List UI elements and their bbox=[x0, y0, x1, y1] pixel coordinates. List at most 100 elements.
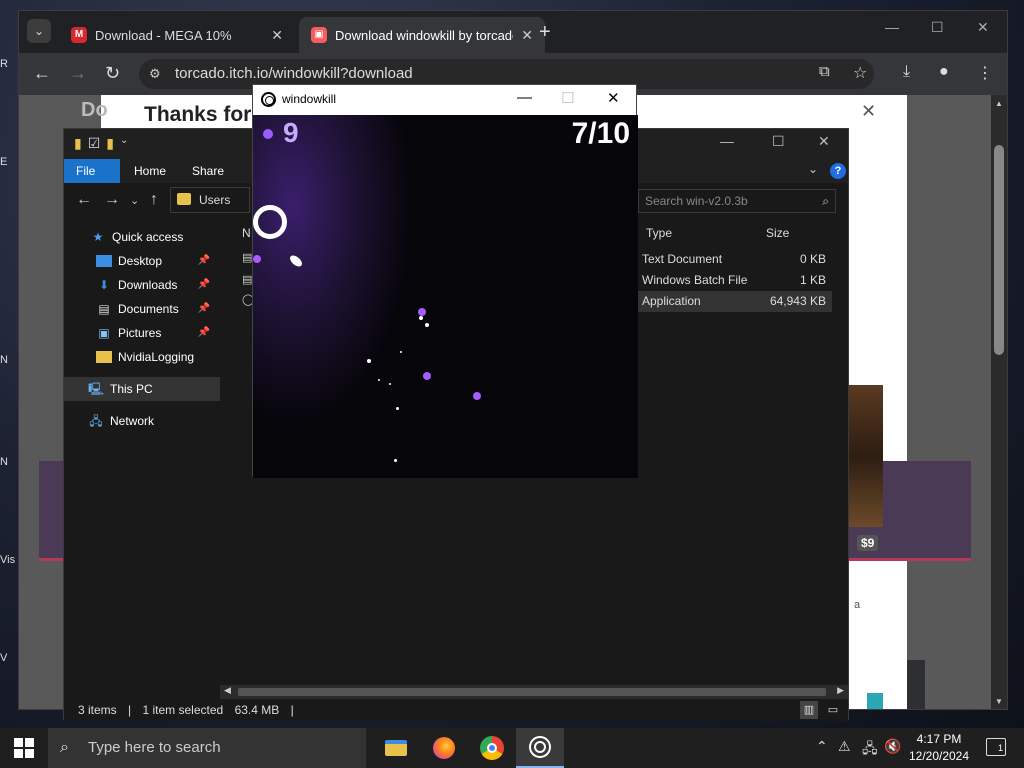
maximize-icon[interactable]: ☐ bbox=[931, 19, 944, 36]
desktop-icon-label[interactable]: N bbox=[0, 354, 18, 366]
tab-home[interactable]: Home bbox=[122, 159, 178, 183]
selection-count: 1 item selected bbox=[142, 703, 224, 717]
firefox-taskbar-icon[interactable] bbox=[420, 728, 468, 768]
back-icon[interactable]: ← bbox=[33, 63, 51, 84]
close-tab-icon[interactable]: ✕ bbox=[271, 27, 283, 44]
reload-icon[interactable]: ↻ bbox=[105, 63, 120, 84]
site-info-icon[interactable]: ⚙ bbox=[149, 59, 161, 89]
nav-item-quick-access[interactable]: ★ Quick access bbox=[64, 225, 220, 249]
close-tab-icon[interactable]: ✕ bbox=[521, 27, 533, 44]
particle bbox=[425, 323, 429, 327]
chrome-taskbar-icon[interactable] bbox=[468, 728, 516, 768]
new-tab-button[interactable]: + bbox=[539, 21, 551, 44]
system-clock[interactable]: 4:17 PM 12/20/2024 bbox=[904, 731, 974, 765]
desktop-icon-label[interactable]: V bbox=[0, 652, 18, 664]
tab-share[interactable]: Share bbox=[180, 159, 236, 183]
recent-locations-icon[interactable]: ⌄ bbox=[130, 194, 139, 207]
back-icon[interactable]: ← bbox=[76, 191, 92, 209]
downloads-icon[interactable]: ⤓ bbox=[903, 63, 910, 81]
profile-icon[interactable]: ● bbox=[939, 63, 949, 81]
menu-icon[interactable]: ⋮ bbox=[977, 63, 993, 83]
close-window-icon[interactable]: ✕ bbox=[977, 19, 989, 36]
desktop-icon-label[interactable]: N bbox=[0, 456, 18, 468]
minimize-icon[interactable]: — bbox=[885, 19, 899, 35]
show-hidden-icons-icon[interactable]: ⌃ bbox=[816, 738, 828, 755]
folder-icon[interactable]: ▮ bbox=[74, 135, 82, 152]
game-canvas[interactable]: 9 7/10 bbox=[253, 115, 638, 478]
minimize-icon[interactable]: — bbox=[517, 89, 532, 106]
breadcrumb[interactable]: Users bbox=[199, 193, 230, 207]
forward-icon[interactable]: → bbox=[104, 191, 120, 209]
particle bbox=[378, 379, 380, 381]
details-view-icon[interactable]: ▥ bbox=[800, 701, 818, 719]
product-thumbnail[interactable] bbox=[849, 385, 883, 527]
dropdown-icon[interactable]: ⌄ bbox=[120, 135, 128, 152]
tab-file[interactable]: File bbox=[64, 159, 120, 183]
page-scrollbar[interactable]: ▲ ▼ bbox=[991, 95, 1007, 709]
file-size: 0 KB bbox=[799, 252, 826, 266]
file-row-selected[interactable]: Application 64,943 KB bbox=[634, 291, 832, 312]
column-header-type[interactable]: Type bbox=[646, 219, 672, 247]
file-row[interactable]: Windows Batch File 1 KB bbox=[634, 270, 832, 291]
taskbar: ⌕ Type here to search ⌃ ⚠ 🖧 🔇 4:17 PM 12… bbox=[0, 728, 1024, 768]
quick-access-toolbar: ▮ ☑ ▮ ⌄ bbox=[74, 135, 128, 152]
nav-item-desktop[interactable]: Desktop 📌 bbox=[64, 249, 220, 273]
tab-windowkill[interactable]: ▣ Download windowkill by torcado ✕ bbox=[299, 17, 545, 53]
scroll-right-icon[interactable]: ▶ bbox=[837, 685, 844, 696]
column-header-size[interactable]: Size bbox=[766, 219, 789, 247]
new-folder-icon[interactable]: ▮ bbox=[106, 135, 114, 152]
maximize-icon[interactable]: ☐ bbox=[772, 133, 785, 150]
up-icon[interactable]: ↑ bbox=[150, 191, 158, 209]
status-bar: 3 items | 1 item selected 63.4 MB | ▥ ▭ bbox=[64, 699, 848, 721]
particle bbox=[394, 459, 397, 462]
divider: | bbox=[290, 703, 294, 717]
close-dialog-icon[interactable]: ✕ bbox=[861, 101, 876, 122]
file-row[interactable]: Text Document 0 KB bbox=[634, 249, 832, 270]
scroll-down-icon[interactable]: ▼ bbox=[995, 697, 1003, 706]
desktop-icon-label[interactable]: R bbox=[0, 58, 18, 70]
scrollbar-thumb[interactable] bbox=[238, 688, 826, 696]
address-bar[interactable]: Users bbox=[170, 187, 250, 213]
windowkill-taskbar-icon[interactable] bbox=[516, 728, 564, 768]
divider: | bbox=[128, 703, 132, 717]
file-size: 1 KB bbox=[799, 273, 826, 287]
search-input[interactable]: Search win-v2.0.3b ⌕ bbox=[638, 189, 836, 213]
nav-item-pictures[interactable]: ▣ Pictures 📌 bbox=[64, 321, 220, 345]
close-window-icon[interactable]: ✕ bbox=[607, 89, 620, 107]
teal-button-fragment[interactable] bbox=[867, 693, 883, 709]
nav-item-documents[interactable]: ▤ Documents 📌 bbox=[64, 297, 220, 321]
file-type: Windows Batch File bbox=[642, 273, 748, 287]
help-icon[interactable]: ? bbox=[830, 163, 846, 179]
horizontal-scrollbar[interactable]: ◀ ▶ bbox=[220, 685, 848, 699]
notification-center-icon[interactable]: 1 bbox=[986, 738, 1006, 756]
maximize-icon[interactable]: ☐ bbox=[561, 89, 574, 107]
tab-mega[interactable]: M Download - MEGA 10% ✕ bbox=[59, 17, 295, 53]
desktop-icon-label[interactable]: Vis bbox=[0, 554, 18, 566]
forward-icon[interactable]: → bbox=[69, 63, 87, 84]
desktop-icon-label[interactable]: E bbox=[0, 156, 18, 168]
install-app-icon[interactable]: ⧉ bbox=[819, 63, 830, 80]
minimize-icon[interactable]: — bbox=[720, 133, 734, 149]
particle bbox=[400, 351, 402, 353]
device-alert-icon[interactable]: ⚠ bbox=[838, 738, 851, 755]
nav-item-nvidialogging[interactable]: NvidiaLogging bbox=[64, 345, 220, 369]
file-explorer-taskbar-icon[interactable] bbox=[372, 728, 420, 768]
ribbon-expand-icon[interactable]: ⌄ bbox=[808, 162, 818, 176]
start-windows-icon[interactable] bbox=[14, 738, 34, 758]
nav-item-this-pc[interactable]: 🖳 This PC bbox=[64, 377, 220, 401]
column-header-name[interactable]: N bbox=[242, 219, 251, 247]
scrollbar-thumb[interactable] bbox=[994, 145, 1004, 355]
tab-strip: ⌄ M Download - MEGA 10% ✕ ▣ Download win… bbox=[19, 11, 1007, 53]
nav-item-downloads[interactable]: ⬇ Downloads 📌 bbox=[64, 273, 220, 297]
scroll-up-icon[interactable]: ▲ bbox=[995, 99, 1003, 108]
nav-item-network[interactable]: 🖧 Network bbox=[64, 409, 220, 433]
taskbar-search-input[interactable]: ⌕ Type here to search bbox=[48, 728, 366, 768]
properties-icon[interactable]: ☑ bbox=[88, 135, 101, 152]
tab-search-button[interactable]: ⌄ bbox=[27, 19, 51, 43]
close-window-icon[interactable]: ✕ bbox=[818, 133, 830, 150]
bookmark-star-icon[interactable]: ☆ bbox=[853, 63, 867, 83]
volume-muted-icon[interactable]: 🔇 bbox=[884, 738, 901, 755]
large-icons-view-icon[interactable]: ▭ bbox=[824, 701, 842, 719]
scroll-left-icon[interactable]: ◀ bbox=[224, 685, 231, 696]
network-status-icon[interactable]: 🖧 bbox=[862, 738, 878, 762]
